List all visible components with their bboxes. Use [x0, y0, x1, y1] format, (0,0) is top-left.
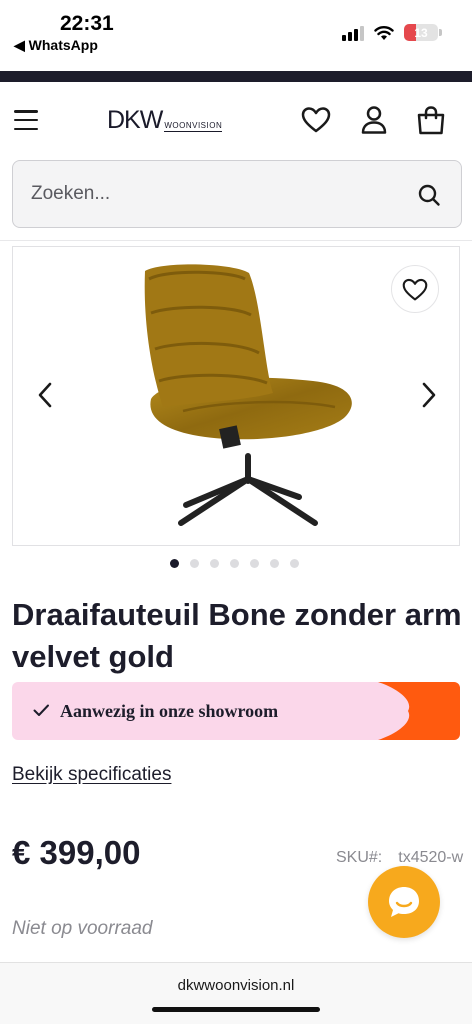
status-time: 22:31 [60, 12, 114, 35]
wifi-icon [374, 25, 394, 40]
home-indicator [152, 1007, 320, 1012]
showroom-label: Aanwezig in onze showroom [60, 701, 279, 721]
search-bar [12, 160, 462, 228]
sku-value: tx4520-w [398, 849, 464, 866]
sku: SKU#: tx4520-w [336, 849, 463, 867]
pagination-dot[interactable] [229, 559, 239, 568]
logo-sub: WOONVISION [164, 121, 223, 132]
sku-label: SKU#: [336, 849, 383, 866]
back-to-app-link[interactable]: ◀ WhatsApp [14, 37, 98, 54]
chevron-right-icon[interactable] [417, 379, 441, 411]
product-title: Draaifauteuil Bone zonder arm velvet gol… [12, 597, 462, 674]
chat-icon [389, 887, 419, 917]
product-image[interactable] [123, 261, 373, 531]
battery-level: 13 [414, 25, 428, 40]
pagination-dot[interactable] [189, 559, 199, 568]
search-input[interactable] [31, 179, 391, 209]
pagination-dot[interactable] [289, 559, 299, 568]
pagination-dot[interactable] [249, 559, 259, 568]
top-strip [0, 71, 472, 82]
heart-icon [402, 278, 428, 301]
browser-url-bar[interactable]: dkwwoonvision.nl [0, 962, 472, 1024]
check-icon [33, 704, 49, 716]
favorite-button[interactable] [391, 265, 439, 313]
status-indicators: 13 [342, 24, 442, 41]
gallery-pagination [0, 559, 472, 568]
view-specifications-link[interactable]: Bekijk specificaties [12, 764, 171, 786]
chat-button[interactable] [368, 866, 440, 938]
stock-status: Niet op voorraad [12, 918, 153, 939]
url-text[interactable]: dkwwoonvision.nl [0, 977, 472, 994]
showroom-banner: Aanwezig in onze showroom [12, 682, 460, 740]
pagination-dot[interactable] [169, 559, 179, 568]
logo[interactable]: DKW WOONVISION [107, 106, 223, 135]
divider [0, 240, 472, 241]
battery-icon: 13 [404, 24, 442, 41]
logo-main: DKW [107, 106, 163, 134]
menu-icon[interactable] [14, 110, 38, 130]
shopping-bag-icon[interactable] [415, 104, 447, 136]
site-header: DKW WOONVISION [0, 82, 472, 160]
status-bar: 22:31 ◀ WhatsApp 13 [0, 0, 472, 70]
pagination-dot[interactable] [209, 559, 219, 568]
banner-accent-shape [378, 682, 460, 740]
product-gallery [12, 246, 460, 546]
chevron-left-icon[interactable] [33, 379, 57, 411]
pagination-dot[interactable] [269, 559, 279, 568]
heart-icon[interactable] [300, 104, 332, 136]
user-icon[interactable] [358, 104, 390, 136]
signal-icon [342, 25, 364, 41]
product-price: € 399,00 [12, 834, 141, 871]
search-icon[interactable] [417, 183, 441, 207]
